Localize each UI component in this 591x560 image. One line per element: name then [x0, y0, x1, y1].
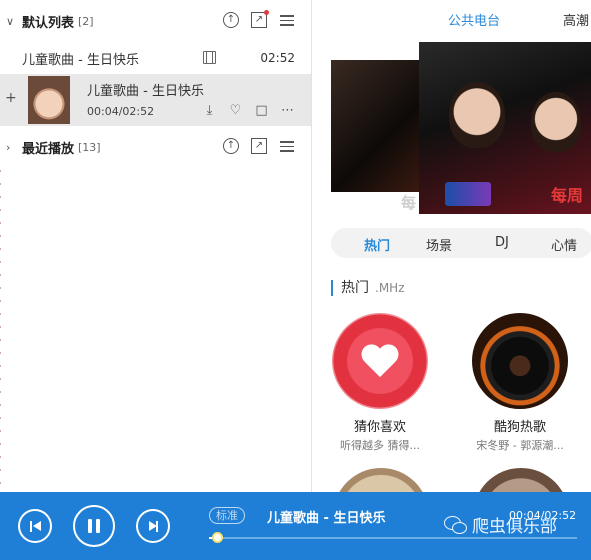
upload-icon[interactable]: ↑	[223, 12, 239, 28]
drag-edge	[0, 170, 1, 490]
list-item[interactable]: 儿童歌曲 - 生日快乐 02:52	[0, 42, 311, 74]
previous-button[interactable]	[18, 509, 52, 543]
now-playing-item[interactable]: + 儿童歌曲 - 生日快乐 00:04/02:52 ⤓ ♡ □ ⋯	[0, 74, 311, 126]
banner-person	[449, 82, 505, 148]
radio-cover[interactable]	[473, 468, 569, 492]
heart-icon	[360, 345, 400, 381]
playlist-pane: ∨ 默认列表 [2] ↑ ↗ 儿童歌曲 - 生日快乐 02:52 + 儿童歌曲 …	[0, 0, 312, 492]
playlist-group-default[interactable]: ∨ 默认列表 [2] ↑ ↗	[0, 0, 311, 42]
player-title: 儿童歌曲 - 生日快乐	[267, 511, 386, 526]
radio-card-guess[interactable]: 猜你喜欢 听得越多 猜得...	[330, 313, 430, 453]
share-icon[interactable]: ↗	[251, 10, 269, 28]
upload-icon[interactable]: ↑	[223, 138, 239, 154]
now-playing-title: 儿童歌曲 - 生日快乐	[87, 84, 204, 99]
player-bar: 标准 儿童歌曲 - 生日快乐 00:04/02:52 爬虫俱乐部	[0, 492, 591, 560]
radio-name: 猜你喜欢	[353, 420, 406, 435]
group-controls: ↑ ↗	[223, 138, 295, 154]
pause-button[interactable]	[73, 505, 115, 547]
radio-card-hot[interactable]: 酷狗热歌 宋冬野 - 郭源潮...	[470, 313, 570, 453]
progress-bar[interactable]	[209, 537, 577, 539]
group-count: [13]	[78, 140, 101, 154]
radio-tabs: 公共电台 高潮	[313, 0, 591, 36]
watermark: 爬虫俱乐部	[444, 512, 557, 537]
banner-tag: 每周	[551, 186, 584, 205]
quality-badge[interactable]: 标准	[209, 507, 245, 524]
tab-public-radio[interactable]: 公共电台	[448, 10, 500, 29]
song-title: 儿童歌曲 - 生日快乐	[22, 52, 139, 68]
progress-handle[interactable]	[212, 532, 224, 543]
tab-dj[interactable]: DJ	[495, 235, 509, 250]
section-subtitle: .MHz	[375, 281, 405, 295]
song-duration: 02:52	[260, 51, 295, 65]
notification-dot	[264, 10, 269, 15]
banner-person	[531, 92, 581, 152]
banner-side-text: 每	[401, 194, 417, 212]
chevron-right-icon[interactable]: ›	[6, 141, 18, 154]
more-icon[interactable]: ⋯	[280, 103, 295, 118]
download-icon[interactable]: ⤓	[202, 103, 217, 118]
section-heading: 热门 .MHz	[331, 280, 405, 296]
chevron-down-icon[interactable]: ∨	[6, 15, 18, 28]
trash-icon[interactable]: □	[254, 103, 269, 118]
radio-cover[interactable]	[332, 313, 428, 409]
menu-icon[interactable]	[279, 12, 295, 28]
group-controls: ↑ ↗	[223, 10, 295, 28]
next-button[interactable]	[136, 509, 170, 543]
category-tabs: 热门 场景 DJ 心情	[331, 228, 591, 258]
mv-icon[interactable]	[203, 51, 216, 64]
tab-scene[interactable]: 场景	[426, 235, 452, 254]
radio-desc: 宋冬野 - 郭源潮...	[476, 439, 564, 452]
now-playing-time: 00:04/02:52	[87, 105, 155, 118]
playlist-group-recent[interactable]: › 最近播放 [13] ↑ ↗	[0, 126, 311, 168]
wechat-icon	[444, 515, 467, 534]
menu-icon[interactable]	[279, 138, 295, 154]
radio-name: 酷狗热歌	[493, 420, 546, 435]
tab-hot[interactable]: 热门	[364, 235, 390, 254]
album-art	[28, 76, 70, 124]
group-name: 默认列表	[22, 15, 75, 31]
watermark-text: 爬虫俱乐部	[472, 517, 557, 537]
group-name: 最近播放	[22, 141, 75, 157]
banner-main[interactable]: 每周	[419, 42, 591, 214]
tab-climax[interactable]: 高潮	[563, 10, 589, 29]
add-icon[interactable]: +	[5, 90, 17, 106]
group-count: [2]	[78, 14, 94, 28]
item-controls: ⤓ ♡ □ ⋯	[202, 103, 295, 118]
music-player-window: ∨ 默认列表 [2] ↑ ↗ 儿童歌曲 - 生日快乐 02:52 + 儿童歌曲 …	[0, 0, 591, 560]
tab-mood[interactable]: 心情	[551, 235, 577, 254]
radio-pane: 公共电台 高潮 每 每周 热门 场景 DJ 心情 热门 .MHz 猜你喜欢 听得越…	[313, 0, 591, 492]
radio-cover[interactable]	[472, 313, 568, 409]
banner-side[interactable]: 每	[331, 60, 421, 212]
heart-icon[interactable]: ♡	[228, 103, 243, 118]
radio-cover[interactable]	[333, 468, 429, 492]
share-icon[interactable]: ↗	[251, 138, 267, 154]
show-logo	[445, 182, 491, 206]
radio-desc: 听得越多 猜得...	[340, 439, 420, 452]
section-title: 热门	[341, 280, 369, 296]
